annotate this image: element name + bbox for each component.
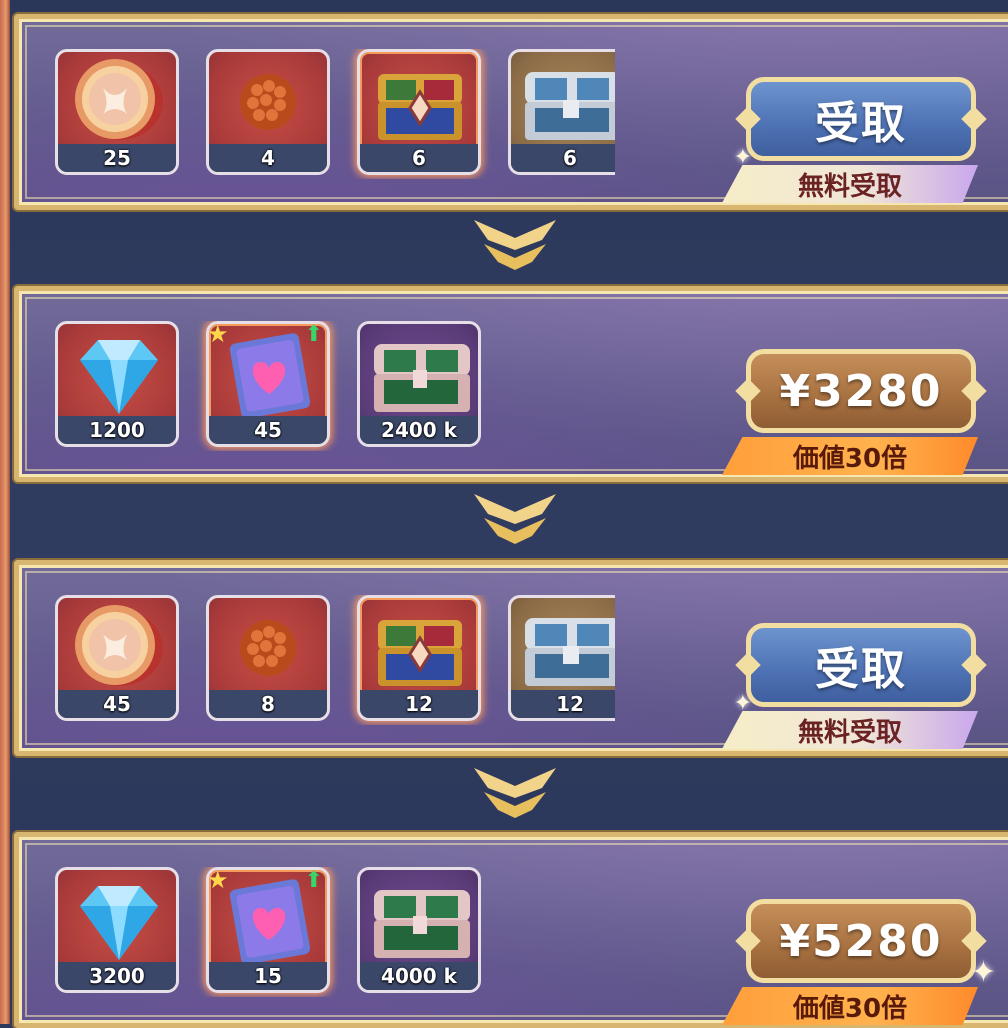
upgrade-arrow-icon: ⬆ bbox=[304, 322, 323, 347]
silver-chest-icon bbox=[525, 72, 615, 140]
item-quantity: 25 bbox=[103, 146, 131, 170]
purchase-button[interactable]: ¥5280 bbox=[746, 899, 976, 983]
item-quantity: 6 bbox=[412, 146, 426, 170]
item-quantity: 8 bbox=[261, 692, 275, 716]
silver-chest-icon bbox=[525, 618, 615, 686]
item-quantity: 3200 bbox=[89, 964, 145, 988]
left-edge-strip bbox=[0, 0, 10, 1024]
star-icon: ★ bbox=[207, 867, 229, 894]
item-slot[interactable]: 4 bbox=[206, 49, 330, 175]
item-slot[interactable]: 8 bbox=[206, 595, 330, 721]
item-slot[interactable]: 6 bbox=[508, 49, 615, 175]
item-quantity: 12 bbox=[556, 692, 584, 716]
free-claim-tag: 無料受取 bbox=[722, 711, 978, 749]
sparkle-icon: ✦ bbox=[970, 955, 996, 990]
claim-button[interactable]: 受取 bbox=[746, 77, 976, 161]
tier-1-item-list: 25 4 6 6 bbox=[55, 49, 615, 179]
item-quantity: 15 bbox=[254, 964, 282, 988]
reward-track-page: 25 4 6 6 ✦ 受取 無料受取 1200 ★ ⬆ 45 2400 k ¥3… bbox=[0, 0, 1008, 1028]
green-chest-icon bbox=[374, 890, 470, 958]
reward-tier-1: 25 4 6 6 ✦ 受取 無料受取 bbox=[14, 14, 1008, 210]
chevron-down-icon bbox=[474, 768, 556, 818]
chevron-down-icon bbox=[474, 220, 556, 270]
gold-coin-icon bbox=[75, 59, 163, 140]
tier-4-item-list: 3200 ★ ⬆ 15 4000 k bbox=[55, 867, 615, 997]
item-slot[interactable]: ★ ⬆ 45 bbox=[206, 321, 330, 447]
item-quantity: 1200 bbox=[89, 418, 145, 442]
tier-3-item-list: 45 8 12 12 bbox=[55, 595, 615, 725]
item-slot[interactable]: ★ ⬆ 15 bbox=[206, 867, 330, 993]
item-slot[interactable]: 12 bbox=[357, 595, 481, 721]
star-icon: ★ bbox=[207, 321, 229, 348]
value-tag: 価値30倍 bbox=[722, 437, 978, 475]
item-quantity: 4 bbox=[261, 146, 275, 170]
reward-tier-2: 1200 ★ ⬆ 45 2400 k ¥3280 価値30倍 bbox=[14, 286, 1008, 482]
item-quantity: 45 bbox=[103, 692, 131, 716]
item-slot[interactable]: 3200 bbox=[55, 867, 179, 993]
golden-chest-icon bbox=[378, 620, 462, 686]
claim-button[interactable]: 受取 bbox=[746, 623, 976, 707]
item-slot[interactable]: 6 bbox=[357, 49, 481, 175]
free-claim-tag: 無料受取 bbox=[722, 165, 978, 203]
reward-tier-3: 45 8 12 12 ✦ 受取 無料受取 bbox=[14, 560, 1008, 756]
item-quantity: 4000 k bbox=[381, 964, 457, 988]
bead-cluster-icon bbox=[240, 620, 296, 676]
item-slot[interactable]: 4000 k bbox=[357, 867, 481, 993]
chevron-down-icon bbox=[474, 494, 556, 544]
item-quantity: 6 bbox=[563, 146, 577, 170]
tier-2-item-list: 1200 ★ ⬆ 45 2400 k bbox=[55, 321, 615, 451]
item-quantity: 2400 k bbox=[381, 418, 457, 442]
green-chest-icon bbox=[374, 344, 470, 412]
reward-tier-4: 3200 ★ ⬆ 15 4000 k ¥5280 価値30倍 ✦ bbox=[14, 832, 1008, 1028]
item-quantity: 12 bbox=[405, 692, 433, 716]
item-slot[interactable]: 45 bbox=[55, 595, 179, 721]
upgrade-arrow-icon: ⬆ bbox=[304, 868, 323, 893]
item-slot[interactable]: 12 bbox=[508, 595, 615, 721]
item-slot[interactable]: 1200 bbox=[55, 321, 179, 447]
value-tag: 価値30倍 bbox=[722, 987, 978, 1025]
golden-chest-icon bbox=[378, 74, 462, 140]
purchase-button[interactable]: ¥3280 bbox=[746, 349, 976, 433]
diamond-icon bbox=[80, 340, 158, 414]
item-quantity: 45 bbox=[254, 418, 282, 442]
gold-coin-icon bbox=[75, 605, 163, 686]
item-slot[interactable]: 2400 k bbox=[357, 321, 481, 447]
item-slot[interactable]: 25 bbox=[55, 49, 179, 175]
bead-cluster-icon bbox=[240, 74, 296, 130]
diamond-icon bbox=[80, 886, 158, 960]
